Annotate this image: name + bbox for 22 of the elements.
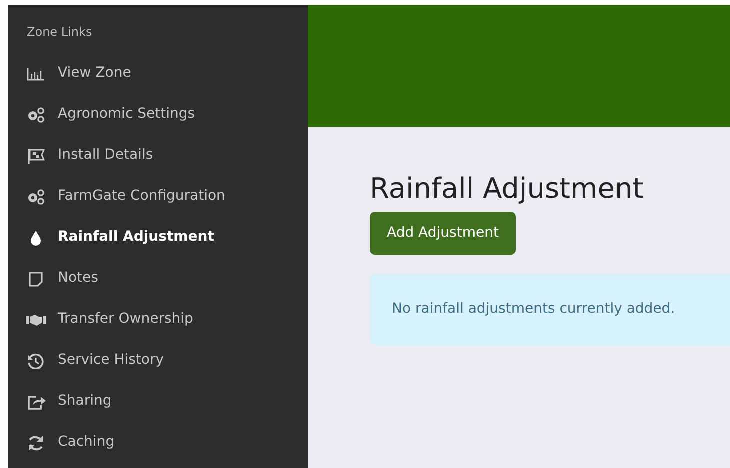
refresh-icon [26, 434, 46, 450]
info-alert: No rainfall adjustments currently added. [370, 274, 730, 345]
sidebar-item[interactable]: Install Details [8, 135, 308, 176]
history-icon [26, 352, 46, 368]
sidebar-item[interactable]: FarmGate Configuration [8, 176, 308, 217]
add-adjustment-button[interactable]: Add Adjustment [370, 212, 516, 255]
sidebar-item[interactable]: Notes [8, 258, 308, 299]
note-icon [26, 270, 46, 286]
sidebar-item[interactable]: Sharing [8, 381, 308, 422]
sidebar-item[interactable]: Agronomic Settings [8, 94, 308, 135]
sidebar-item[interactable]: Rainfall Adjustment [8, 217, 308, 258]
flag-icon [26, 148, 46, 164]
share-icon [26, 394, 46, 410]
page-title: Rainfall Adjustment [370, 172, 645, 206]
sidebar-item[interactable]: Service History [8, 340, 308, 381]
bar-chart-icon [26, 66, 46, 82]
sidebar-item[interactable]: Transfer Ownership [8, 299, 308, 340]
sidebar-item[interactable]: Caching [8, 422, 308, 463]
sidebar-heading: Zone Links [26, 24, 94, 41]
sidebar-item[interactable]: View Zone [8, 53, 308, 94]
gears-icon [26, 106, 46, 122]
gears-icon [26, 188, 46, 204]
